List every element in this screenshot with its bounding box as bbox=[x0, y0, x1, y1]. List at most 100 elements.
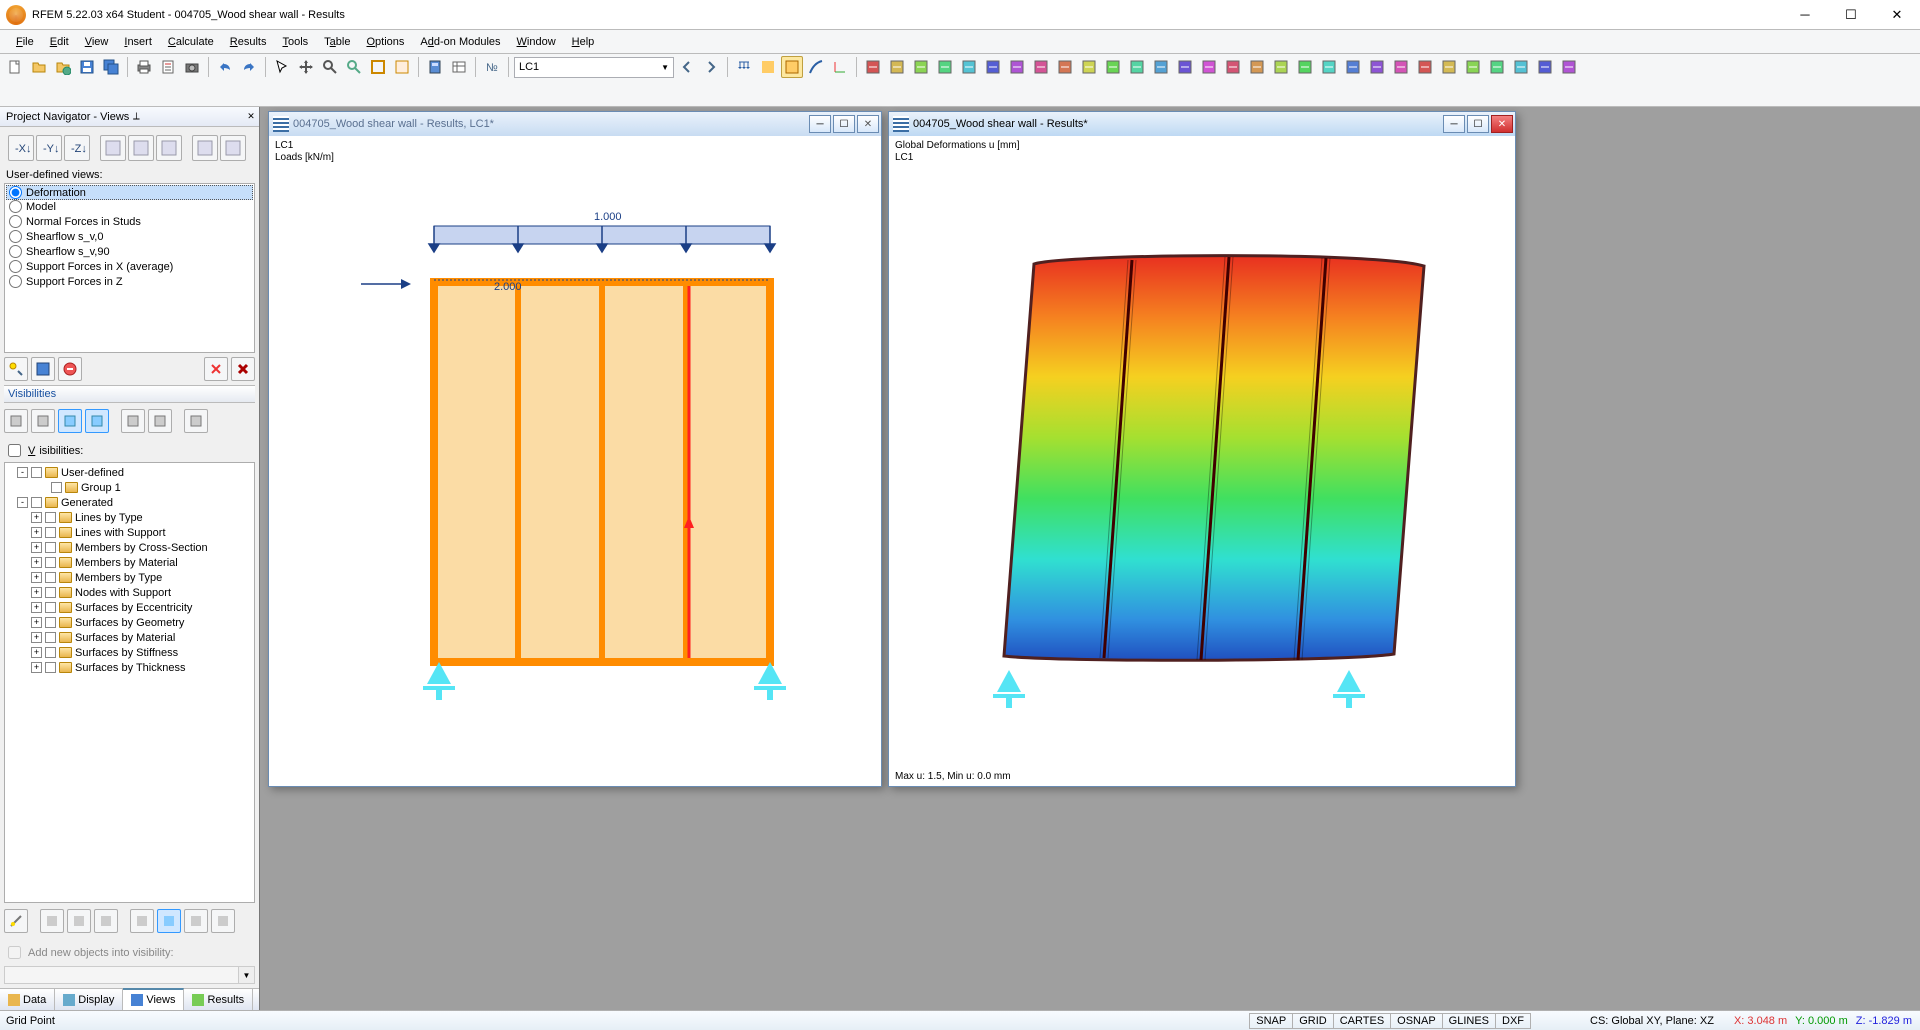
view-radio[interactable] bbox=[9, 200, 22, 213]
model-view-canvas[interactable]: LC1 Loads [kN/m] bbox=[269, 136, 881, 786]
view-option[interactable]: Normal Forces in Studs bbox=[7, 214, 252, 229]
toolbar-button-r1-28[interactable] bbox=[1534, 56, 1556, 78]
tab-data[interactable]: Data bbox=[0, 989, 55, 1010]
toolbar-button-r1-3[interactable] bbox=[934, 56, 956, 78]
toolbar-button-r1-24[interactable] bbox=[1438, 56, 1460, 78]
toolbar-button-r1-15[interactable] bbox=[1222, 56, 1244, 78]
tab-display[interactable]: Display bbox=[55, 989, 123, 1010]
tree-expand-icon[interactable]: + bbox=[31, 587, 42, 598]
open-file-icon[interactable] bbox=[28, 56, 50, 78]
status-dxf[interactable]: DXF bbox=[1495, 1013, 1531, 1029]
tree-expand-icon[interactable]: - bbox=[17, 467, 28, 478]
tree-expand-icon[interactable]: + bbox=[31, 557, 42, 568]
save-all-icon[interactable] bbox=[100, 56, 122, 78]
visibilities-tree[interactable]: -User-definedGroup 1-Generated+Lines by … bbox=[4, 462, 255, 903]
visbot-tool-8[interactable] bbox=[211, 909, 235, 933]
tree-checkbox[interactable] bbox=[45, 662, 56, 673]
model-view-titlebar[interactable]: 004705_Wood shear wall - Results, LC1* ─… bbox=[269, 112, 881, 136]
vis-tool-4[interactable] bbox=[85, 409, 109, 433]
view-option[interactable]: Support Forces in X (average) bbox=[7, 259, 252, 274]
status-osnap[interactable]: OSNAP bbox=[1390, 1013, 1443, 1029]
view-radio[interactable] bbox=[9, 275, 22, 288]
toolbar-button-r1-10[interactable] bbox=[1102, 56, 1124, 78]
view-option[interactable]: Deformation bbox=[6, 185, 253, 200]
child-minimize-button[interactable]: ─ bbox=[809, 115, 831, 133]
toolbar-button-r1-22[interactable] bbox=[1390, 56, 1412, 78]
window-maximize-button[interactable]: ☐ bbox=[1828, 0, 1874, 30]
menu-edit[interactable]: Edit bbox=[42, 33, 77, 51]
visbot-tool-2[interactable] bbox=[40, 909, 64, 933]
add-view-icon[interactable] bbox=[4, 357, 28, 381]
panel-close-icon[interactable]: ✕ bbox=[243, 109, 259, 125]
status-grid[interactable]: GRID bbox=[1292, 1013, 1334, 1029]
tree-expand-icon[interactable]: + bbox=[31, 662, 42, 673]
toolbar-button-r1-2[interactable] bbox=[910, 56, 932, 78]
toolbar-button-r1-17[interactable] bbox=[1270, 56, 1292, 78]
zoom-prev-icon[interactable] bbox=[391, 56, 413, 78]
view-radio[interactable] bbox=[9, 230, 22, 243]
window-close-button[interactable]: ✕ bbox=[1874, 0, 1920, 30]
tree-checkbox[interactable] bbox=[45, 512, 56, 523]
tree-item[interactable]: +Members by Cross-Section bbox=[7, 540, 252, 555]
toolbar-button-r1-7[interactable] bbox=[1030, 56, 1052, 78]
tree-expand-icon[interactable]: + bbox=[31, 512, 42, 523]
zoom-icon[interactable] bbox=[319, 56, 341, 78]
toolbar-button-r1-1[interactable] bbox=[886, 56, 908, 78]
zoom-window-icon[interactable] bbox=[343, 56, 365, 78]
menu-view[interactable]: View bbox=[77, 33, 117, 51]
save-icon[interactable] bbox=[76, 56, 98, 78]
tables-icon[interactable] bbox=[448, 56, 470, 78]
save-view-icon[interactable] bbox=[31, 357, 55, 381]
toolbar-button-r1-14[interactable] bbox=[1198, 56, 1220, 78]
view-option[interactable]: Support Forces in Z bbox=[7, 274, 252, 289]
vis-tool-5[interactable] bbox=[121, 409, 145, 433]
view-radio[interactable] bbox=[9, 186, 22, 199]
navigator-title-bar[interactable]: Project Navigator - Views ⟂ ✕ bbox=[0, 107, 259, 127]
view-u4-icon[interactable] bbox=[192, 135, 218, 161]
child-close-button[interactable]: ✕ bbox=[857, 115, 879, 133]
view-u3-icon[interactable] bbox=[156, 135, 182, 161]
view-z-icon[interactable]: -Z↓ bbox=[64, 135, 90, 161]
view-radio[interactable] bbox=[9, 215, 22, 228]
visbot-tool-5[interactable] bbox=[130, 909, 154, 933]
pin-icon[interactable]: ⟂ bbox=[129, 110, 143, 124]
report-icon[interactable] bbox=[157, 56, 179, 78]
tree-item[interactable]: +Lines by Type bbox=[7, 510, 252, 525]
toolbar-button-r1-29[interactable] bbox=[1558, 56, 1580, 78]
toolbar-button-r1-9[interactable] bbox=[1078, 56, 1100, 78]
vis-tool-7[interactable] bbox=[184, 409, 208, 433]
zoom-all-icon[interactable] bbox=[367, 56, 389, 78]
view-radio[interactable] bbox=[9, 245, 22, 258]
remove-all-icon[interactable] bbox=[231, 357, 255, 381]
numbering-icon[interactable]: № bbox=[481, 56, 503, 78]
results-toggle-icon[interactable] bbox=[757, 56, 779, 78]
view-x-icon[interactable]: -X↓ bbox=[8, 135, 34, 161]
tree-item[interactable]: +Surfaces by Thickness bbox=[7, 660, 252, 675]
load-case-selector[interactable]: LC1 ▼ bbox=[514, 57, 674, 78]
tree-checkbox[interactable] bbox=[45, 557, 56, 568]
deform-icon[interactable] bbox=[805, 56, 827, 78]
tree-expand-icon[interactable]: - bbox=[17, 497, 28, 508]
menu-tools[interactable]: Tools bbox=[274, 33, 316, 51]
toolbar-button-r1-25[interactable] bbox=[1462, 56, 1484, 78]
tree-item[interactable]: +Surfaces by Material bbox=[7, 630, 252, 645]
tab-results[interactable]: Results bbox=[184, 989, 253, 1010]
tree-checkbox[interactable] bbox=[45, 587, 56, 598]
view-option[interactable]: Shearflow s_v,0 bbox=[7, 229, 252, 244]
vis-tool-2[interactable] bbox=[31, 409, 55, 433]
tab-views[interactable]: Views bbox=[123, 988, 184, 1010]
user-defined-views-list[interactable]: DeformationModelNormal Forces in StudsSh… bbox=[4, 183, 255, 353]
toolbar-button-r1-20[interactable] bbox=[1342, 56, 1364, 78]
view-radio[interactable] bbox=[9, 260, 22, 273]
toolbar-button-r1-4[interactable] bbox=[958, 56, 980, 78]
remove-view-icon[interactable] bbox=[204, 357, 228, 381]
menu-options[interactable]: Options bbox=[358, 33, 412, 51]
view-option[interactable]: Shearflow s_v,90 bbox=[7, 244, 252, 259]
undo-icon[interactable] bbox=[214, 56, 236, 78]
vis-tool-6[interactable] bbox=[148, 409, 172, 433]
tree-checkbox[interactable] bbox=[51, 482, 62, 493]
tree-item[interactable]: +Surfaces by Stiffness bbox=[7, 645, 252, 660]
menu-insert[interactable]: Insert bbox=[116, 33, 160, 51]
open-recent-icon[interactable] bbox=[52, 56, 74, 78]
visbot-tool-3[interactable] bbox=[67, 909, 91, 933]
